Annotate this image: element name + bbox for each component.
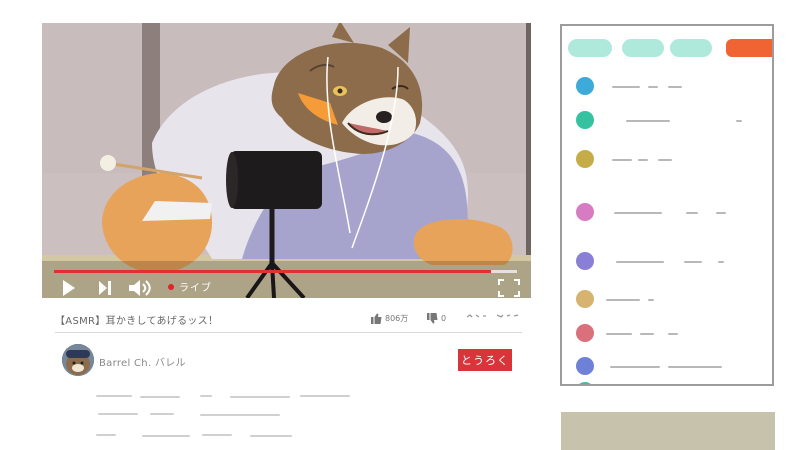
chat-avatar[interactable] [576,382,594,384]
chat-message-text [626,120,670,122]
play-icon [63,280,75,296]
chat-message-text [668,333,678,335]
description-line [202,434,232,436]
channel-row: Barrel Ch. バレル とうろく [62,344,515,378]
description-line [96,395,132,397]
chat-message-text [648,299,654,301]
chat-avatar[interactable] [576,290,594,308]
chat-message-text [612,159,632,161]
chat-message-text [612,86,640,88]
chat-message [576,150,766,170]
description-line [96,434,116,436]
chat-message-text [606,333,632,335]
chat-tab-1[interactable] [568,39,612,57]
chat-message-text [648,86,658,88]
channel-name[interactable]: Barrel Ch. バレル [99,354,186,369]
chat-avatar[interactable] [576,77,594,95]
dislike-button[interactable]: 0 [427,313,446,324]
chat-message-text [702,366,722,368]
description-line [200,414,280,416]
chat-message [576,357,766,377]
description-line [250,435,292,437]
chat-message [576,252,766,272]
chat-avatar[interactable] [576,150,594,168]
more-button[interactable] [497,313,519,319]
dislike-count: 0 [441,314,447,323]
live-dot [168,283,174,290]
chat-avatar[interactable] [576,203,594,221]
volume-button[interactable] [128,278,154,298]
chat-message-text [716,212,726,214]
chat-message-text [684,261,702,263]
avatar-image [62,344,94,376]
live-label: ライブ [179,283,212,294]
chat-message-text [614,212,662,214]
share-icon [467,314,486,318]
description-line [200,395,212,397]
description-line [140,396,180,398]
fullscreen-button[interactable] [498,278,520,298]
chat-message-text [616,261,664,263]
chat-message-text [658,159,672,161]
skip-next-icon [99,281,111,295]
chat-message-text [686,212,698,214]
chat-message [576,77,766,97]
chat-message [576,111,766,131]
chat-message-text [640,333,654,335]
progress-fill [54,270,492,273]
video-info-row: 【ASMR】耳かきしてあげるッス！ 806万 0 [55,310,525,328]
chat-tab-2[interactable] [622,39,664,57]
chat-message [576,382,766,384]
like-count: 806万 [385,314,409,323]
next-button[interactable] [98,278,112,298]
video-title: 【ASMR】耳かきしてあげるッス！ [55,316,219,327]
chat-avatar[interactable] [576,252,594,270]
divider [55,332,522,333]
chat-message-text [606,299,640,301]
channel-avatar[interactable] [62,344,94,376]
description-line [142,435,190,437]
chat-message [576,203,766,223]
description-line [300,395,350,397]
video-frame [42,23,531,298]
thumbs-up-icon [371,313,382,324]
video-description [90,388,350,443]
chat-tab-live[interactable] [726,39,772,57]
chat-message-text [736,120,742,122]
chat-avatar[interactable] [576,111,594,129]
chat-message [576,324,766,344]
fullscreen-icon [498,279,520,297]
play-button[interactable] [62,278,76,298]
description-line [230,396,290,398]
chat-message [576,290,766,310]
share-button[interactable] [467,313,487,319]
chat-avatar[interactable] [576,324,594,342]
chat-message-text [718,261,724,263]
video-player[interactable]: ライブ [42,23,531,298]
chat-message-text [638,159,648,161]
live-chat-panel [560,24,774,386]
volume-icon [129,280,151,296]
progress-bar[interactable] [54,270,517,273]
chat-message-text [668,86,682,88]
thumbs-down-icon [427,313,438,324]
description-line [150,413,174,415]
chat-tab-3[interactable] [670,39,712,57]
live-indicator: ライブ [168,279,212,294]
like-button[interactable]: 806万 [371,313,408,324]
chat-avatar[interactable] [576,357,594,375]
chat-message-text [610,366,660,368]
ad-banner[interactable] [561,412,775,450]
more-icon [497,314,519,318]
subscribe-button[interactable]: とうろく [458,349,512,371]
description-line [98,413,138,415]
